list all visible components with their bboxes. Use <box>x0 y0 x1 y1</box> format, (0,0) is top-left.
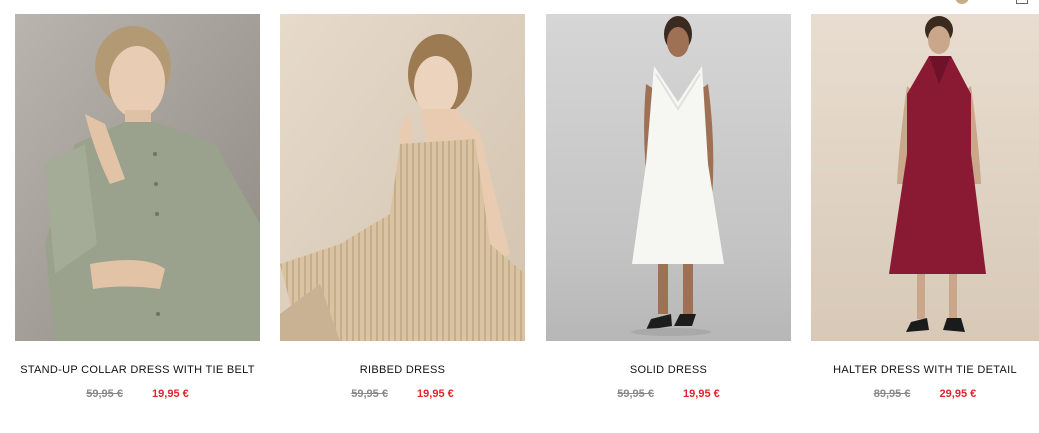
product-prices: 59,95 € 19,95 € <box>280 388 525 400</box>
product-prices: 59,95 € 19,95 € <box>546 388 791 400</box>
product-photo-icon <box>811 14 1039 341</box>
product-card[interactable]: STAND-UP COLLAR DRESS WITH TIE BELT 59,9… <box>15 14 260 400</box>
product-card[interactable]: SOLID DRESS 59,95 € 19,95 € <box>546 14 791 400</box>
product-card[interactable]: HALTER DRESS WITH TIE DETAIL 89,95 € 29,… <box>811 14 1039 400</box>
sale-price: 29,95 € <box>939 388 977 400</box>
product-prices: 59,95 € 19,95 € <box>15 388 260 400</box>
product-name[interactable]: RIBBED DRESS <box>280 364 525 376</box>
product-photo-icon <box>280 14 525 341</box>
product-image[interactable] <box>280 14 525 341</box>
old-price: 59,95 € <box>617 388 654 400</box>
product-image[interactable] <box>811 14 1039 341</box>
old-price: 89,95 € <box>873 388 911 400</box>
product-image[interactable] <box>546 14 791 341</box>
product-name[interactable]: STAND-UP COLLAR DRESS WITH TIE BELT <box>15 364 260 376</box>
header-logo-icon[interactable] <box>955 0 969 4</box>
product-photo-icon <box>15 14 260 341</box>
bag-icon[interactable] <box>1016 0 1028 4</box>
old-price: 59,95 € <box>351 388 388 400</box>
sale-price: 19,95 € <box>417 388 454 400</box>
product-prices: 89,95 € 29,95 € <box>811 388 1039 400</box>
sale-price: 19,95 € <box>152 388 189 400</box>
sale-price: 19,95 € <box>683 388 720 400</box>
product-name[interactable]: HALTER DRESS WITH TIE DETAIL <box>811 364 1039 376</box>
product-grid: STAND-UP COLLAR DRESS WITH TIE BELT 59,9… <box>0 0 1039 433</box>
product-name[interactable]: SOLID DRESS <box>546 364 791 376</box>
product-card[interactable]: RIBBED DRESS 59,95 € 19,95 € <box>280 14 525 400</box>
product-photo-icon <box>546 14 791 341</box>
product-image[interactable] <box>15 14 260 341</box>
old-price: 59,95 € <box>86 388 123 400</box>
